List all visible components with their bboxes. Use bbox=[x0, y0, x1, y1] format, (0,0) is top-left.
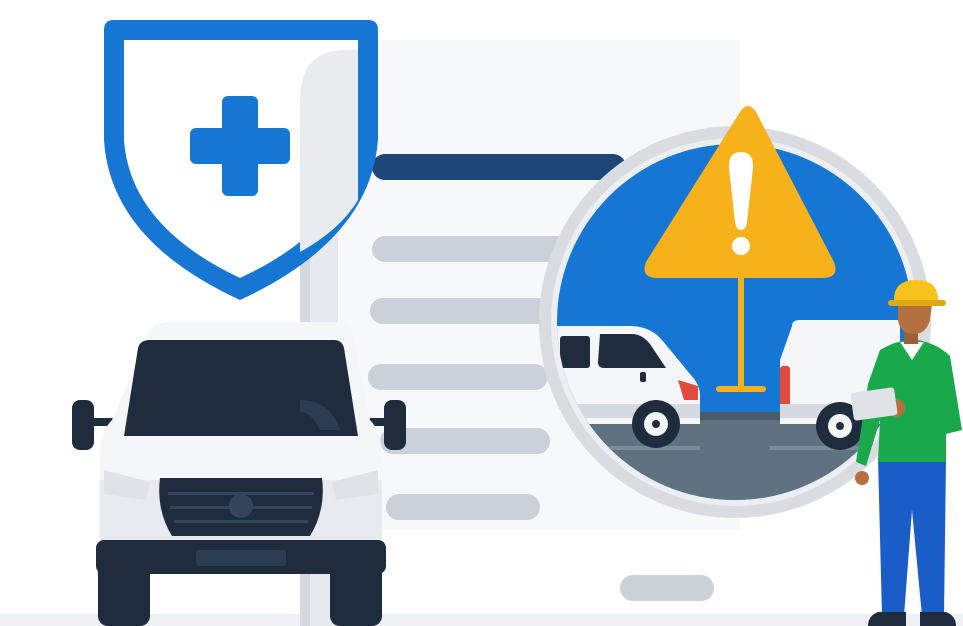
van-icon bbox=[72, 322, 406, 626]
document-text-line bbox=[386, 494, 540, 520]
document-title-line bbox=[372, 154, 626, 180]
grille-slat bbox=[174, 520, 308, 523]
plus-horizontal bbox=[190, 128, 290, 164]
warning-exclamation-dot bbox=[732, 237, 750, 255]
sign-post bbox=[738, 270, 744, 390]
worker-helmet-brim bbox=[888, 300, 946, 306]
document-text-line bbox=[368, 364, 548, 390]
worker-pants bbox=[878, 458, 946, 616]
license-plate bbox=[196, 550, 286, 566]
worker-hand-left bbox=[855, 471, 869, 485]
document-text-line bbox=[620, 575, 714, 601]
sign-base bbox=[716, 386, 766, 392]
grille-badge bbox=[229, 494, 253, 518]
insurance-illustration bbox=[0, 0, 963, 626]
illustration-canvas bbox=[0, 20, 963, 626]
